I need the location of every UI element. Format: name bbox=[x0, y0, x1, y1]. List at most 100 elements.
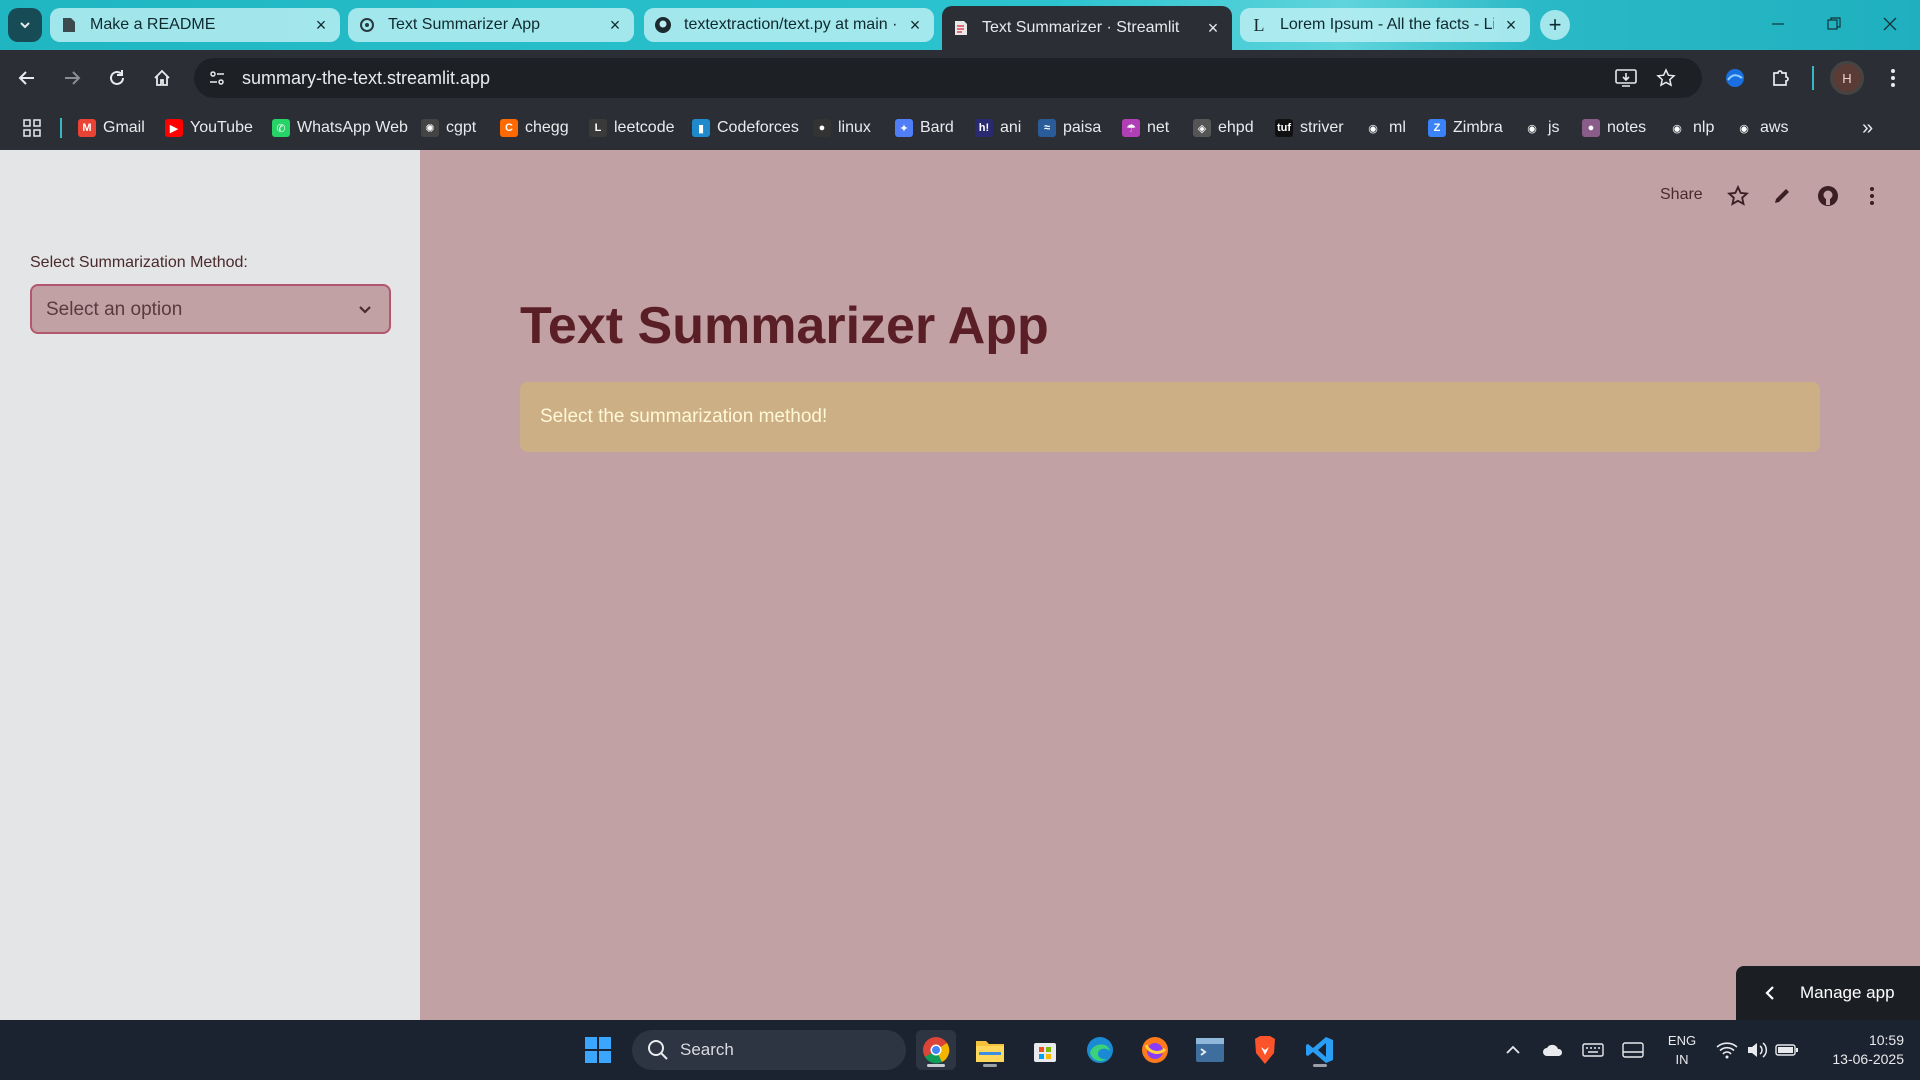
windows-taskbar: Search ENG IN 10:59 13-06-2025 bbox=[0, 1020, 1920, 1080]
bookmark-favicon-icon: tuf bbox=[1275, 119, 1293, 137]
firefox-taskbar-icon[interactable] bbox=[1135, 1030, 1175, 1070]
taskbar-search-box[interactable]: Search bbox=[632, 1030, 906, 1070]
wifi-icon[interactable] bbox=[1714, 1038, 1740, 1062]
browser-tab[interactable]: Text Summarizer App × bbox=[348, 8, 634, 42]
url-text[interactable]: summary-the-text.streamlit.app bbox=[242, 68, 490, 89]
manage-app-button[interactable]: Manage app bbox=[1736, 966, 1920, 1020]
more-bookmarks-chevron-icon[interactable]: » bbox=[1862, 114, 1873, 142]
bookmark-chegg[interactable]: Cchegg bbox=[500, 114, 569, 142]
address-bar[interactable]: summary-the-text.streamlit.app bbox=[194, 58, 1702, 98]
file-explorer-taskbar-icon[interactable] bbox=[970, 1030, 1010, 1070]
tab-close-icon[interactable]: × bbox=[1204, 19, 1222, 37]
minimize-button[interactable] bbox=[1758, 6, 1798, 42]
close-window-button[interactable] bbox=[1870, 6, 1910, 42]
show-hidden-icons-chevron-icon[interactable] bbox=[1500, 1038, 1526, 1062]
chrome-taskbar-icon[interactable] bbox=[916, 1030, 956, 1070]
warning-alert: Select the summarization method! bbox=[520, 382, 1820, 452]
bookmark-favicon-icon: ◉ bbox=[1364, 119, 1382, 137]
browser-tab[interactable]: textextraction/text.py at main · I × bbox=[644, 8, 934, 42]
bookmark-label: Gmail bbox=[103, 119, 145, 136]
edge-taskbar-icon[interactable] bbox=[1080, 1030, 1120, 1070]
summarization-method-select[interactable]: Select an option bbox=[30, 284, 391, 334]
bookmark-linux[interactable]: ● linux bbox=[813, 114, 871, 142]
site-info-icon[interactable] bbox=[206, 67, 228, 89]
bookmark-paisa[interactable]: ≈ paisa bbox=[1038, 114, 1101, 142]
input-language-indicator[interactable]: ENG IN bbox=[1664, 1031, 1700, 1069]
back-button[interactable] bbox=[12, 63, 42, 93]
tab-close-icon[interactable]: × bbox=[312, 16, 330, 34]
bookmark-leetcode[interactable]: Lleetcode bbox=[589, 114, 675, 142]
brave-taskbar-icon[interactable] bbox=[1245, 1030, 1285, 1070]
bookmark-zimbra[interactable]: Z Zimbra bbox=[1428, 114, 1503, 142]
tab-title: textextraction/text.py at main · I bbox=[684, 16, 898, 33]
github-icon[interactable] bbox=[1816, 184, 1840, 208]
streamlit-icon bbox=[952, 19, 970, 37]
bookmark-favicon-icon: ✦ bbox=[895, 119, 913, 137]
bookmark-label: WhatsApp Web bbox=[297, 119, 408, 136]
bookmark-label: ehpd bbox=[1218, 119, 1254, 136]
bookmark-favicon-icon: ≈ bbox=[1038, 119, 1056, 137]
onedrive-cloud-icon[interactable] bbox=[1540, 1038, 1566, 1062]
tab-close-icon[interactable]: × bbox=[1502, 16, 1520, 34]
bookmark-label: Codeforces bbox=[717, 119, 799, 136]
bookmark-cgpt[interactable]: ✺ cgpt bbox=[421, 114, 476, 142]
home-button[interactable] bbox=[147, 63, 177, 93]
vscode-taskbar-icon[interactable] bbox=[1300, 1030, 1340, 1070]
bookmark-notes[interactable]: ● notes bbox=[1582, 114, 1646, 142]
bookmark-striver[interactable]: tuf striver bbox=[1275, 114, 1344, 142]
microsoft-store-taskbar-icon[interactable] bbox=[1025, 1030, 1065, 1070]
edit-pencil-icon[interactable] bbox=[1770, 184, 1794, 208]
bookmark-ehpd[interactable]: ◈ ehpd bbox=[1193, 114, 1254, 142]
bookmark-net[interactable]: ☂ net bbox=[1122, 114, 1169, 142]
bookmark-youtube[interactable]: ▶ YouTube bbox=[165, 114, 253, 142]
windows-start-icon[interactable] bbox=[578, 1030, 618, 1070]
bookmark-ml[interactable]: ◉ ml bbox=[1364, 114, 1406, 142]
bookmark-label: striver bbox=[1300, 119, 1344, 136]
extensions-puzzle-icon[interactable] bbox=[1766, 63, 1796, 93]
bookmark-whatsapp-web[interactable]: ✆ WhatsApp Web bbox=[272, 114, 408, 142]
tab-close-icon[interactable]: × bbox=[906, 16, 924, 34]
bookmark-gmail[interactable]: M Gmail bbox=[78, 114, 145, 142]
tab-close-icon[interactable]: × bbox=[606, 16, 624, 34]
bookmark-label: chegg bbox=[525, 119, 569, 136]
bookmark-nlp[interactable]: ◉ nlp bbox=[1668, 114, 1714, 142]
star-bookmark-icon[interactable] bbox=[1654, 67, 1678, 89]
bookmark-js[interactable]: ◉ js bbox=[1523, 114, 1560, 142]
bookmark-label: ml bbox=[1389, 119, 1406, 136]
bookmark-aws[interactable]: ◉ aws bbox=[1735, 114, 1788, 142]
forward-button[interactable] bbox=[57, 63, 87, 93]
arrow-left-icon bbox=[18, 71, 34, 85]
app-menu-kebab-icon[interactable] bbox=[1860, 184, 1884, 208]
bookmark-favicon-icon: ✆ bbox=[272, 119, 290, 137]
keyboard-icon[interactable] bbox=[1580, 1038, 1606, 1062]
browser-tab-active[interactable]: Text Summarizer · Streamlit × bbox=[942, 6, 1232, 50]
language-code: ENG bbox=[1667, 1033, 1697, 1048]
bookmark-bard[interactable]: ✦ Bard bbox=[895, 114, 954, 142]
star-icon[interactable] bbox=[1726, 184, 1750, 208]
chatgpt-icon bbox=[358, 16, 376, 34]
bookmark-favicon-icon: ◉ bbox=[1523, 119, 1541, 137]
browser-menu-button[interactable] bbox=[1878, 63, 1908, 93]
new-tab-button[interactable]: + bbox=[1540, 10, 1570, 40]
browser-tab[interactable]: L Lorem Ipsum - All the facts - Li × bbox=[1240, 8, 1530, 42]
browser-tab[interactable]: Make a README × bbox=[50, 8, 340, 42]
extension-wave-icon[interactable] bbox=[1720, 63, 1750, 93]
tab-search-button[interactable] bbox=[8, 8, 42, 42]
terminal-taskbar-icon[interactable] bbox=[1190, 1030, 1230, 1070]
tablet-mode-icon[interactable] bbox=[1620, 1038, 1646, 1062]
apps-grid-button[interactable] bbox=[22, 114, 42, 142]
bookmark-favicon-icon: h! bbox=[975, 119, 993, 137]
install-app-icon[interactable] bbox=[1614, 67, 1638, 89]
restore-button[interactable] bbox=[1814, 6, 1854, 42]
lorem-icon: L bbox=[1253, 14, 1265, 35]
bookmark-codeforces[interactable]: ▮ Codeforces bbox=[692, 114, 799, 142]
system-clock[interactable]: 10:59 13-06-2025 bbox=[1810, 1031, 1904, 1069]
share-button[interactable]: Share bbox=[1660, 186, 1703, 204]
reload-button[interactable] bbox=[102, 63, 132, 93]
battery-icon[interactable] bbox=[1774, 1038, 1800, 1062]
volume-icon[interactable] bbox=[1744, 1038, 1770, 1062]
tab-title: Make a README bbox=[90, 16, 216, 33]
bookmark-ani[interactable]: h! ani bbox=[975, 114, 1021, 142]
profile-avatar[interactable]: H bbox=[1830, 61, 1864, 95]
bookmark-favicon-icon: ☂ bbox=[1122, 119, 1140, 137]
